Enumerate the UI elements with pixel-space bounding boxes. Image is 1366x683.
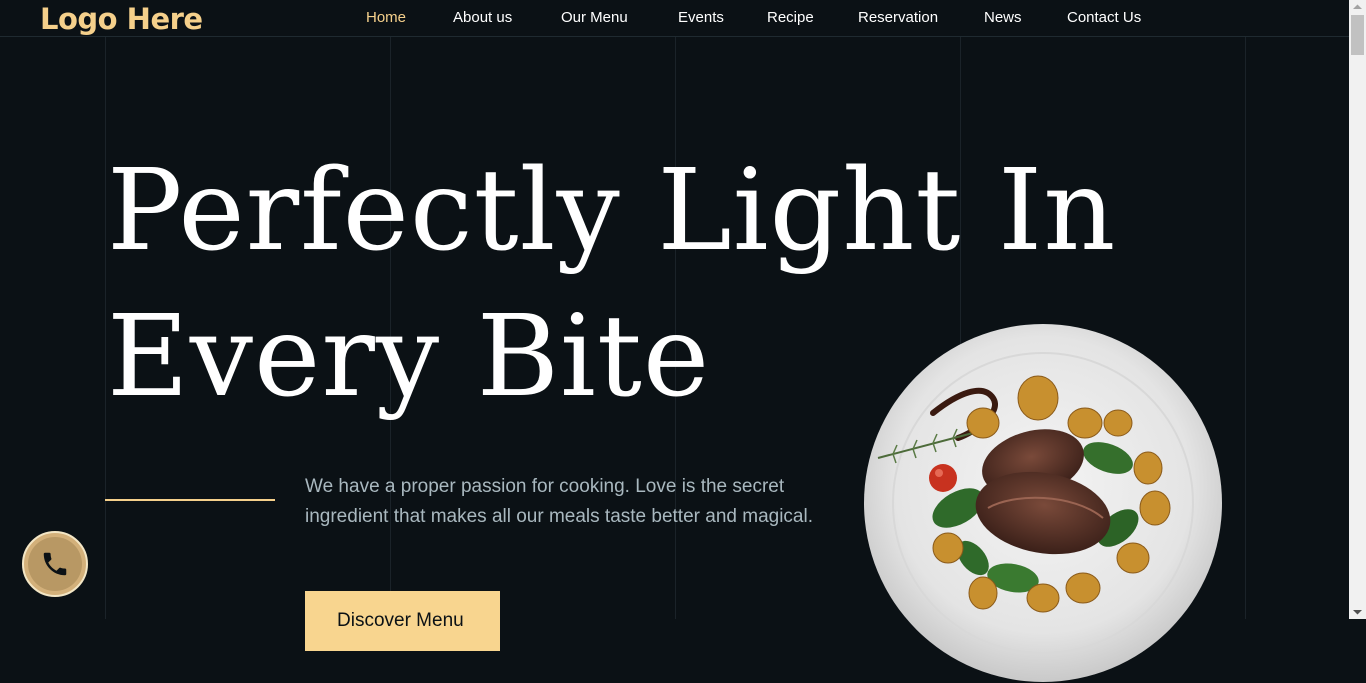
nav-our-menu[interactable]: Our Menu bbox=[561, 9, 628, 26]
nav-reservation[interactable]: Reservation bbox=[858, 9, 938, 26]
call-button[interactable] bbox=[22, 531, 88, 597]
logo[interactable]: Logo Here bbox=[40, 0, 203, 38]
nav-events[interactable]: Events bbox=[678, 9, 724, 26]
grid-line bbox=[105, 37, 106, 619]
steak-plate-image bbox=[864, 324, 1222, 682]
nav-recipe[interactable]: Recipe bbox=[767, 9, 814, 26]
phone-icon bbox=[43, 552, 67, 576]
site-header: Logo Here Home About us Our Menu Events … bbox=[0, 0, 1349, 37]
hero-title-line-1: Perfectly Light In bbox=[107, 146, 1117, 276]
hero-tagline: We have a proper passion for cooking. Lo… bbox=[305, 476, 813, 527]
nav-contact-us[interactable]: Contact Us bbox=[1067, 9, 1141, 26]
discover-menu-button[interactable]: Discover Menu bbox=[305, 591, 500, 651]
accent-divider bbox=[105, 499, 275, 501]
scroll-up-arrow-icon[interactable] bbox=[1349, 0, 1366, 14]
hero-title-line-2: Every Bite bbox=[107, 292, 711, 422]
grid-line bbox=[1245, 37, 1246, 619]
scroll-down-arrow-icon[interactable] bbox=[1349, 605, 1366, 619]
scrollbar-thumb[interactable] bbox=[1351, 15, 1364, 55]
call-button-inner bbox=[28, 537, 82, 591]
vertical-scrollbar[interactable] bbox=[1349, 0, 1366, 619]
nav-about-us[interactable]: About us bbox=[453, 9, 512, 26]
nav-home[interactable]: Home bbox=[366, 9, 406, 26]
nav-news[interactable]: News bbox=[984, 9, 1022, 26]
